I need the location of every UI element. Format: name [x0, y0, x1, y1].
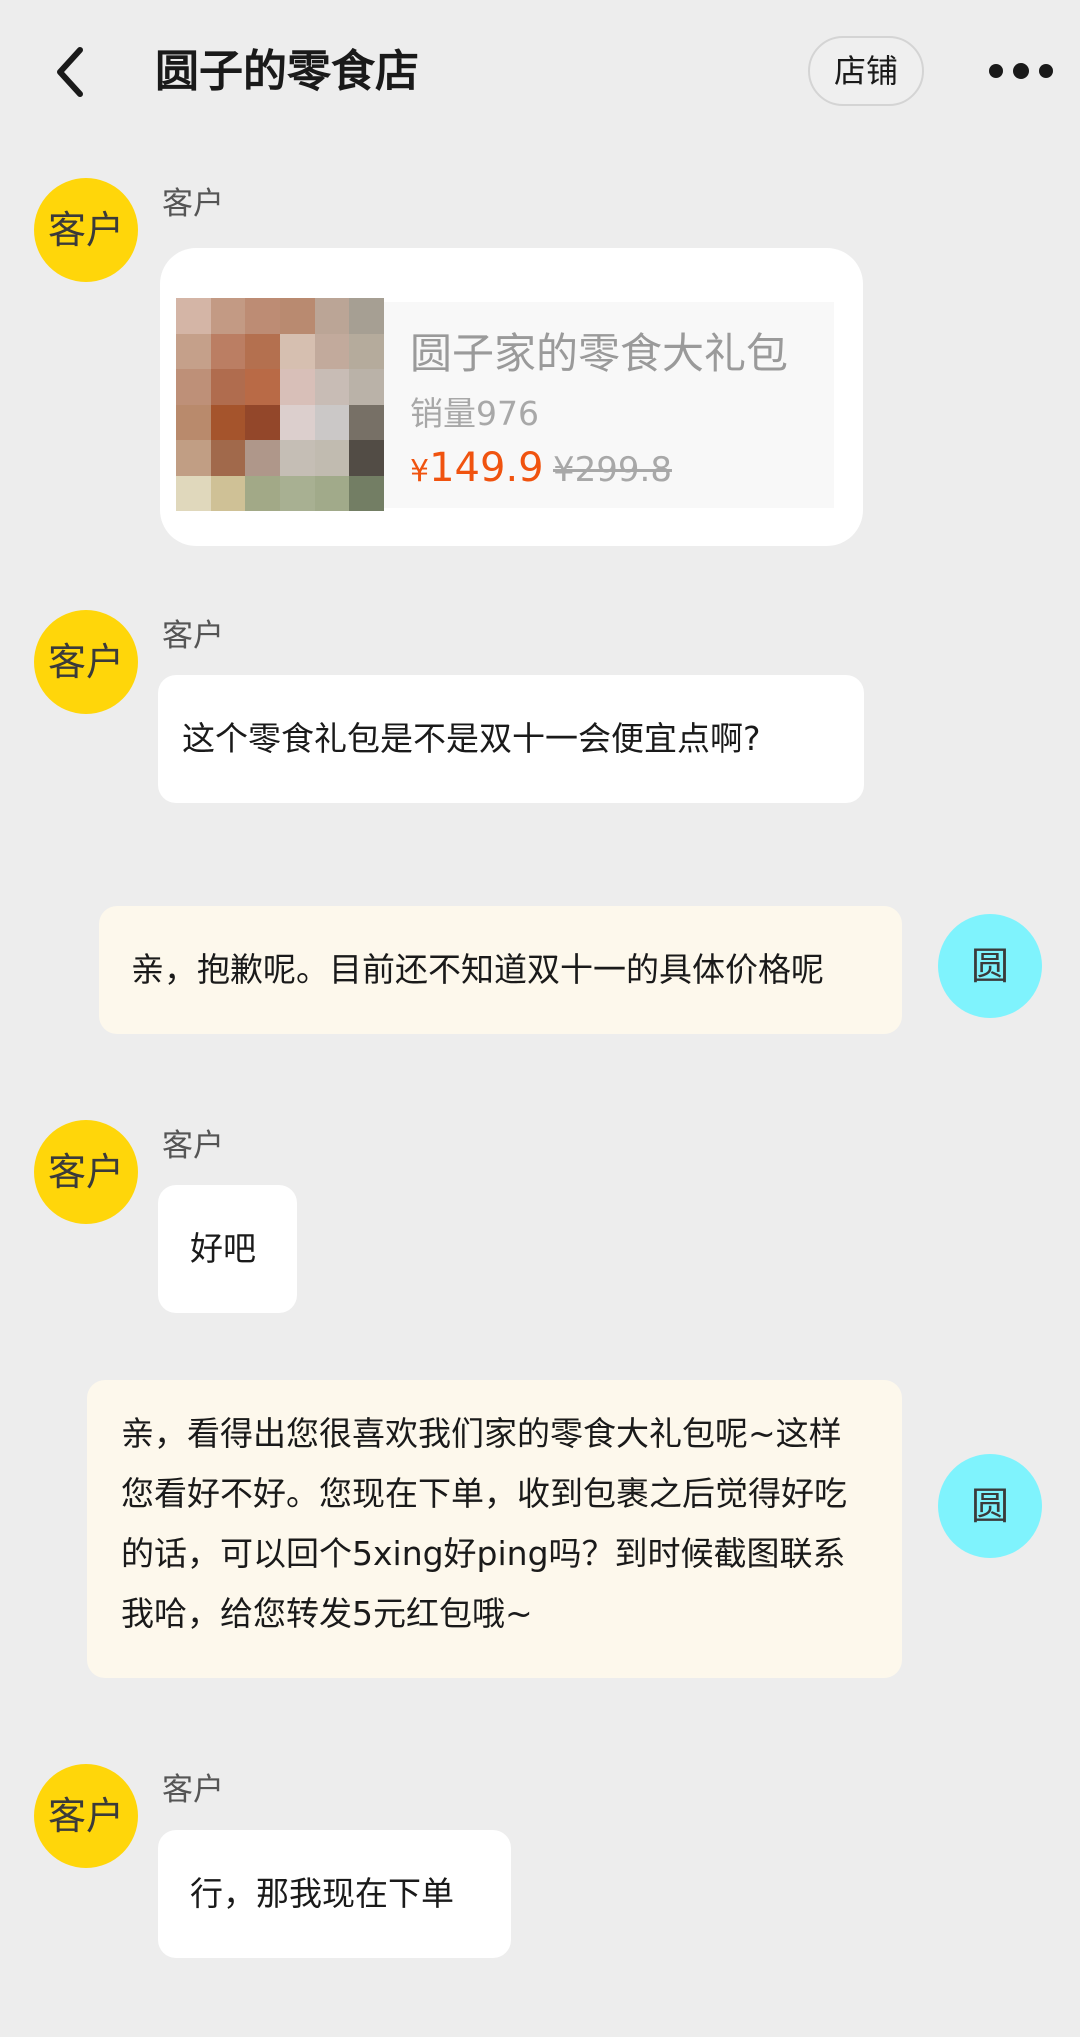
- back-icon[interactable]: [50, 44, 90, 100]
- shop-button[interactable]: 店铺: [808, 36, 924, 106]
- sender-name: 客户: [162, 618, 224, 654]
- price-value: 149.9: [429, 445, 544, 491]
- message-bubble[interactable]: 亲，看得出您很喜欢我们家的零食大礼包呢~这样您看好不好。您现在下单，收到包裹之后…: [87, 1380, 902, 1678]
- sender-name: 客户: [162, 1128, 224, 1164]
- seller-avatar[interactable]: 圆: [938, 914, 1042, 1018]
- product-price: ¥149.9: [410, 440, 544, 500]
- chat-header: 圆子的零食店 店铺: [0, 0, 1080, 140]
- sender-name: 客户: [162, 186, 224, 222]
- product-name: 圆子家的零食大礼包: [410, 329, 789, 378]
- more-icon[interactable]: [980, 56, 1080, 86]
- product-original-price: ¥299.8: [553, 450, 672, 490]
- product-sales: 销量976: [410, 394, 539, 433]
- currency-symbol: ¥: [410, 454, 430, 489]
- product-thumbnail[interactable]: [176, 298, 384, 511]
- message-bubble[interactable]: 亲，抱歉呢。目前还不知道双十一的具体价格呢: [99, 906, 902, 1034]
- customer-avatar[interactable]: 客户: [34, 178, 138, 282]
- customer-avatar[interactable]: 客户: [34, 610, 138, 714]
- page-title: 圆子的零食店: [155, 46, 419, 97]
- customer-avatar[interactable]: 客户: [34, 1764, 138, 1868]
- customer-avatar[interactable]: 客户: [34, 1120, 138, 1224]
- message-bubble[interactable]: 这个零食礼包是不是双十一会便宜点啊?: [158, 675, 864, 803]
- sender-name: 客户: [162, 1772, 224, 1808]
- message-bubble[interactable]: 行，那我现在下单: [158, 1830, 511, 1958]
- message-bubble[interactable]: 好吧: [158, 1185, 297, 1313]
- seller-avatar[interactable]: 圆: [938, 1454, 1042, 1558]
